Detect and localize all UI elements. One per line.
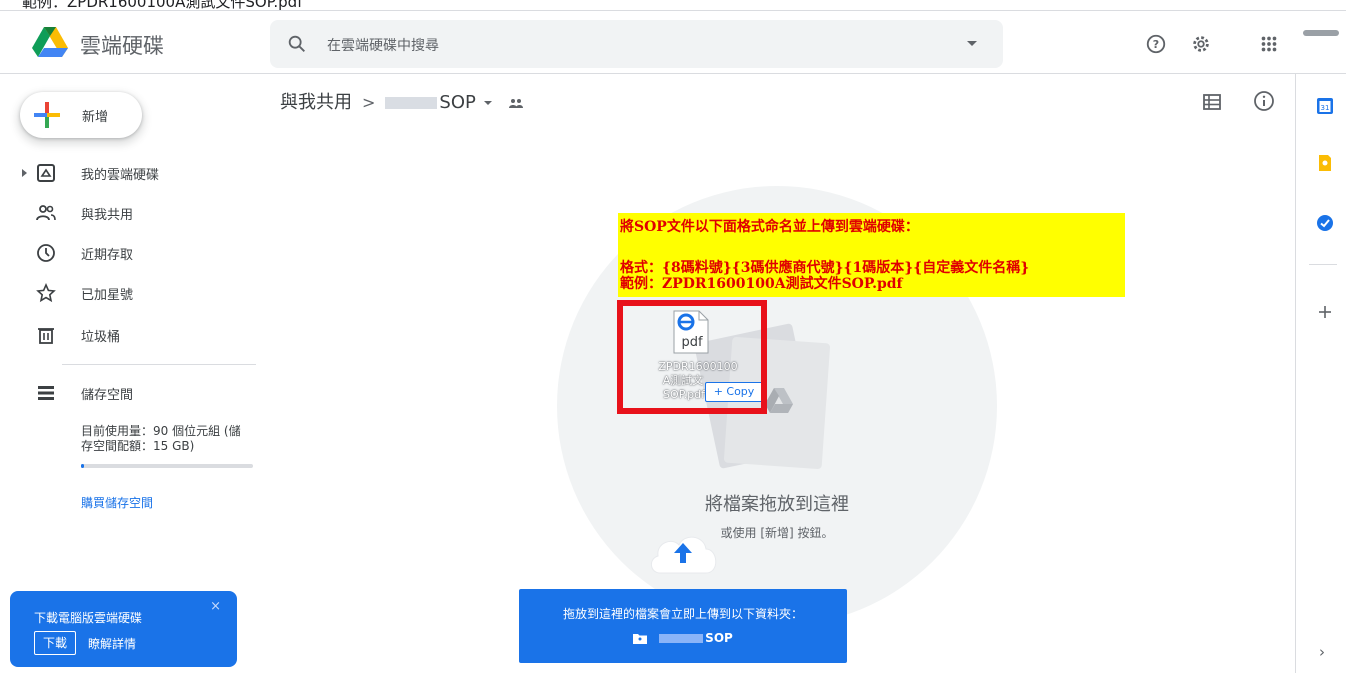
add-addon-icon[interactable] <box>1316 303 1334 321</box>
drive-logo-icon[interactable] <box>32 27 68 57</box>
new-button-label: 新增 <box>82 110 109 125</box>
storage-usage-line1: 目前使用量：90 個位元組 (儲 <box>81 424 241 438</box>
svg-text:31: 31 <box>1321 104 1330 112</box>
clock-icon <box>37 244 55 262</box>
sidebar-item-trash[interactable]: 垃圾桶 <box>0 318 256 352</box>
desktop-promo-banner: 下載電腦版雲端硬碟 × 下載 瞭解詳情 <box>10 591 237 667</box>
sidebar-item-label: 近期存取 <box>81 248 134 263</box>
sidebar-item-starred[interactable]: 已加星號 <box>0 276 256 310</box>
breadcrumb: 與我共用 > SOP <box>280 88 524 114</box>
blurred-folder-prefix <box>659 634 704 643</box>
tasks-icon[interactable] <box>1316 214 1334 232</box>
apps-grid-icon[interactable] <box>1258 33 1280 55</box>
sidebar-item-shared[interactable]: 與我共用 <box>0 196 256 230</box>
plus-icon <box>34 102 60 128</box>
app-header: 雲端硬碟 在雲端硬碟中搜尋 ? <box>0 11 1346 74</box>
sidebar-item-label: 我的雲端硬碟 <box>81 168 160 183</box>
sidebar-item-storage[interactable]: 儲存空間 <box>0 376 256 410</box>
rail-divider <box>1309 264 1337 265</box>
account-avatar[interactable] <box>1303 30 1339 36</box>
keep-icon[interactable] <box>1316 154 1334 172</box>
sidebar-item-label: 與我共用 <box>81 208 134 223</box>
calendar-icon[interactable]: 31 <box>1316 97 1334 115</box>
breadcrumb-separator: > <box>362 93 376 112</box>
upload-tip-folder: SOP <box>519 631 847 645</box>
settings-icon[interactable] <box>1190 33 1212 55</box>
upload-tip-folder-name: SOP <box>705 631 733 645</box>
breadcrumb-current-folder[interactable]: SOP <box>439 92 475 113</box>
download-button[interactable]: 下載 <box>34 631 76 655</box>
expand-arrow-icon[interactable] <box>22 169 27 177</box>
sidebar-divider <box>62 364 256 365</box>
storage-icon <box>38 386 54 400</box>
instruction-annotation: 將SOP文件以下面格式命名並上傳到雲端硬碟： 格式：{8碼料號}{3碼供應商代號… <box>618 213 1125 297</box>
buy-storage-link[interactable]: 購買儲存空間 <box>81 494 153 511</box>
sidebar-item-label: 垃圾桶 <box>81 330 121 345</box>
search-options-dropdown-icon[interactable] <box>967 41 977 46</box>
top-caption-text: 範例：ZPDR1600100A測試文件SOP.pdf <box>22 0 303 11</box>
sidebar-item-label: 已加星號 <box>81 288 134 303</box>
shared-folder-icon <box>508 99 523 108</box>
promo-title: 下載電腦版雲端硬碟 <box>34 611 143 625</box>
close-icon[interactable]: × <box>210 599 221 614</box>
search-bar[interactable]: 在雲端硬碟中搜尋 <box>270 20 1003 68</box>
shared-folder-icon <box>633 634 648 644</box>
upload-destination-tooltip: 拖放到這裡的檔案會立即上傳到以下資料夾： SOP <box>519 589 847 663</box>
breadcrumb-root[interactable]: 與我共用 <box>280 92 352 113</box>
upload-tip-text: 拖放到這裡的檔案會立即上傳到以下資料夾： <box>562 607 803 621</box>
trash-icon <box>38 328 54 344</box>
star-icon <box>36 283 56 303</box>
folder-menu-dropdown-icon[interactable] <box>483 101 492 105</box>
collapse-panel-chevron-icon[interactable]: › <box>1319 643 1325 661</box>
drive-icon <box>37 164 55 182</box>
sidebar-item-recent[interactable]: 近期存取 <box>0 236 256 270</box>
dropzone-title: 將檔案拖放到這裡 <box>705 494 849 515</box>
annotation-line-3: 範例：ZPDR1600100A測試文件SOP.pdf <box>620 276 903 292</box>
svg-text:?: ? <box>1153 38 1159 51</box>
new-button[interactable]: 新增 <box>20 92 142 138</box>
learn-more-link[interactable]: 瞭解詳情 <box>88 635 136 652</box>
annotation-line-2: 格式：{8碼料號}{3碼供應商代號}{1碼版本}{自定義文件名稱} <box>620 260 1030 276</box>
app-brand-title: 雲端硬碟 <box>80 34 164 58</box>
list-view-icon[interactable] <box>1202 92 1222 112</box>
blurred-folder-prefix <box>385 97 438 109</box>
upload-cloud-icon <box>651 536 717 574</box>
sidebar-item-label: 儲存空間 <box>81 388 134 403</box>
annotation-line-1: 將SOP文件以下面格式命名並上傳到雲端硬碟： <box>620 219 919 235</box>
top-cropped-caption: 範例：ZPDR1600100A測試文件SOP.pdf <box>0 0 1346 11</box>
help-icon[interactable]: ? <box>1145 33 1167 55</box>
shared-icon <box>36 205 56 221</box>
storage-usage-bar <box>81 464 253 468</box>
storage-usage-line2: 存空間配額：15 GB) <box>81 439 195 453</box>
search-input[interactable]: 在雲端硬碟中搜尋 <box>327 35 439 55</box>
highlight-box <box>617 300 767 414</box>
dropzone-subtitle: 或使用 [新增] 按鈕。 <box>720 526 834 540</box>
search-icon[interactable] <box>286 33 308 55</box>
drive-watermark-icon <box>765 388 793 413</box>
sidebar-item-my-drive[interactable]: 我的雲端硬碟 <box>0 156 256 190</box>
info-icon[interactable] <box>1253 90 1275 112</box>
